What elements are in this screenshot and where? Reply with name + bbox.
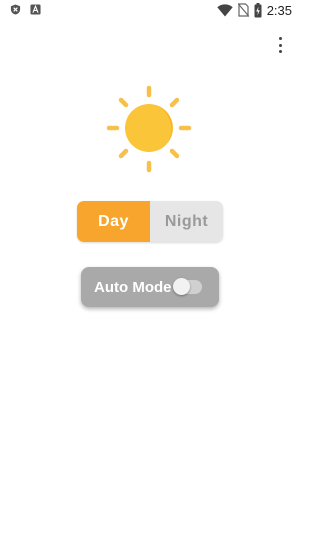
screen: 2:35 Day Night Auto Mode <box>0 0 300 533</box>
night-button[interactable]: Night <box>150 201 223 242</box>
menu-dot <box>278 37 282 40</box>
overflow-menu-icon[interactable] <box>274 36 286 54</box>
a-notification-icon <box>30 4 41 15</box>
toggle-thumb <box>173 278 191 295</box>
theme-selector: Day Night <box>77 201 223 242</box>
auto-mode-label: Auto Mode <box>94 278 172 296</box>
no-sim-icon <box>237 3 249 17</box>
status-time: 2:35 <box>266 2 292 18</box>
status-bar: 2:35 <box>0 0 300 22</box>
sun-icon <box>106 85 192 173</box>
wifi-icon <box>216 3 233 16</box>
auto-mode-button[interactable]: Auto Mode <box>81 267 219 307</box>
auto-mode-toggle[interactable] <box>173 278 203 295</box>
day-button[interactable]: Day <box>77 201 150 242</box>
status-bar-right: 2:35 <box>216 2 292 18</box>
menu-dot <box>278 50 282 53</box>
battery-charging-icon <box>254 2 262 17</box>
menu-dot <box>278 43 282 47</box>
shield-notification-icon <box>10 4 21 15</box>
